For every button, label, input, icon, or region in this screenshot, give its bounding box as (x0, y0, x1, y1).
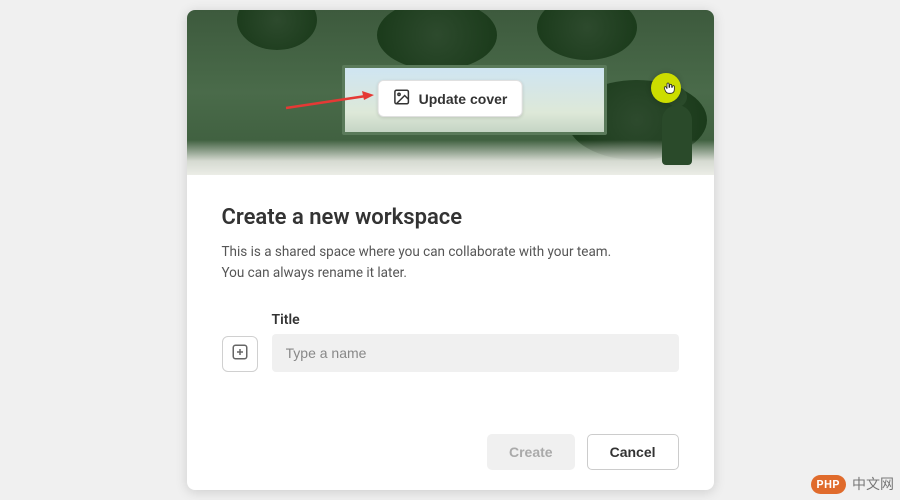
create-workspace-modal: Update cover Create a new workspace This… (187, 10, 714, 490)
highlight-marker (651, 73, 681, 103)
watermark-text: 中文网 (852, 474, 894, 494)
update-cover-label: Update cover (419, 91, 508, 107)
modal-footer: Create Cancel (222, 414, 679, 470)
image-icon (393, 88, 411, 109)
update-cover-button[interactable]: Update cover (378, 80, 523, 117)
annotation-arrow (284, 90, 374, 118)
title-label: Title (272, 312, 679, 328)
watermark: PHP 中文网 (811, 474, 894, 494)
cursor-hand-icon (661, 79, 677, 97)
title-row: Title (222, 312, 679, 372)
plus-icon (231, 343, 249, 364)
modal-content: Create a new workspace This is a shared … (187, 175, 714, 490)
title-field-group: Title (272, 312, 679, 372)
create-button[interactable]: Create (487, 434, 575, 470)
watermark-badge: PHP (811, 475, 846, 494)
title-input[interactable] (272, 334, 679, 372)
modal-description: This is a shared space where you can col… (222, 242, 679, 284)
add-icon-button[interactable] (222, 336, 258, 372)
cancel-button[interactable]: Cancel (587, 434, 679, 470)
cover-area[interactable]: Update cover (187, 10, 714, 175)
modal-heading: Create a new workspace (222, 205, 679, 230)
